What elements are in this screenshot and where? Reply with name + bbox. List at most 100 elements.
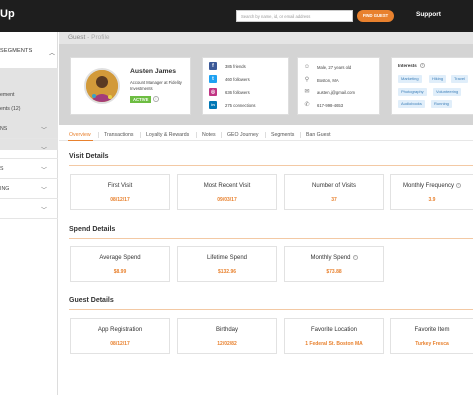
info-icon[interactable]: i: [420, 63, 426, 69]
stat-label: Number of Visits: [312, 183, 356, 189]
page-header: Guest - Profile: [59, 32, 473, 44]
avatar-image: [86, 70, 118, 102]
tab-loyalty-rewards[interactable]: Loyalty & Rewards: [146, 132, 189, 138]
section-divider: [69, 238, 473, 239]
profile-role: Account Manager at Fidelity Investments: [130, 80, 182, 91]
section-title-visit-details: Visit Details: [69, 153, 109, 160]
stat-value: 09/03/17: [217, 197, 237, 203]
contact-text[interactable]: austen.j@gmail.com: [317, 90, 355, 95]
interests-title: Interests i: [398, 63, 426, 69]
tab-divider: [221, 132, 222, 138]
brand-logo[interactable]: Up: [0, 8, 15, 20]
sidebar-header-segments[interactable]: SEGMENTS: [0, 48, 32, 54]
stat-value: 3.9: [428, 197, 436, 203]
interest-tag[interactable]: Audiobooks: [398, 100, 425, 108]
find-guest-button[interactable]: FIND GUEST: [357, 10, 394, 22]
sidebar-item-label: ING: [0, 186, 10, 192]
tab-geo-journey[interactable]: GEO Journey: [227, 132, 258, 138]
page-title: Guest - Profile: [68, 34, 110, 41]
stat-label: Birthday: [215, 327, 238, 333]
stat-card-favorite-item: Favorite Item Turkey Fresca: [390, 318, 473, 354]
section-title-guest-details: Guest Details: [69, 297, 114, 304]
info-icon[interactable]: i: [153, 96, 159, 102]
support-link[interactable]: Support: [416, 11, 441, 18]
sidebar-item-1[interactable]: NS ﹀: [0, 119, 58, 139]
interest-tag[interactable]: Running: [431, 100, 452, 108]
info-icon[interactable]: i: [456, 183, 462, 188]
sidebar-item-2[interactable]: ﹀: [0, 139, 58, 159]
stat-value: $73.88: [326, 269, 342, 275]
social-text: 460 followers: [225, 77, 250, 82]
chevron-down-icon: ﹀: [41, 188, 48, 194]
social-text: 636 followers: [225, 90, 250, 95]
tab-divider: [196, 132, 197, 138]
tab-overview[interactable]: Overview: [69, 132, 91, 138]
stat-value: 08/12/17: [110, 341, 130, 347]
section-divider: [69, 165, 473, 166]
top-bar: Up Search by name, id, or email address …: [0, 0, 473, 32]
page-title-sub: - Profile: [87, 34, 110, 41]
stat-card-lifetime-spend: Lifetime Spend $132.96: [177, 246, 277, 282]
stat-value: 37: [331, 197, 337, 203]
profile-card: Austen James Account Manager at Fidelity…: [70, 57, 191, 115]
interest-tag[interactable]: Volunteering: [433, 88, 462, 96]
stat-label: Favorite Item: [414, 327, 450, 333]
info-icon[interactable]: i: [352, 255, 358, 260]
chevron-down-icon: ﹀: [41, 208, 48, 214]
instagram-icon[interactable]: ◎: [209, 88, 217, 96]
stat-card-number-of-visits: Number of Visits 37: [284, 174, 384, 210]
main-content: Guest - Profile Austen James Account Man…: [59, 32, 473, 395]
twitter-icon[interactable]: t: [209, 75, 217, 83]
section-title-spend-details: Spend Details: [69, 226, 116, 233]
contact-text: Male, 27 years old: [317, 65, 352, 70]
tab-segments[interactable]: Segments: [271, 132, 294, 138]
interests-title-text: Interests: [398, 63, 417, 68]
stat-value: $8.99: [113, 269, 127, 275]
profile-bar: Austen James Account Manager at Fidelity…: [59, 44, 473, 125]
avatar: [84, 68, 120, 104]
stat-value: 1 Federal St. Boston MA: [305, 341, 363, 347]
sidebar-sub-item-1[interactable]: ement: [0, 92, 14, 98]
tab-notes[interactable]: Notes: [202, 132, 216, 138]
phone-icon: ✆: [304, 102, 310, 108]
stat-label: App Registration: [97, 327, 143, 333]
stat-card-monthly-spend: Monthly Spend i $73.88: [284, 246, 384, 282]
linkedin-icon[interactable]: in: [209, 101, 217, 109]
facebook-icon[interactable]: f: [209, 62, 217, 70]
interest-tag[interactable]: Marketing: [398, 75, 422, 83]
sidebar: SEGMENTS ︿ ement ents (12) NS ﹀ ﹀ S ﹀ IN…: [0, 32, 58, 395]
person-icon: ☺: [303, 64, 311, 70]
search-input[interactable]: Search by name, id, or email address: [236, 10, 353, 22]
chevron-up-icon[interactable]: ︿: [49, 48, 55, 57]
interest-tag[interactable]: Travel: [451, 75, 468, 83]
stat-card-most-recent-visit: Most Recent Visit 09/03/17: [177, 174, 277, 210]
profile-tabs: Overview Transactions Loyalty & Rewards …: [59, 129, 473, 141]
stat-label: Average Spend: [99, 255, 141, 261]
section-divider: [69, 309, 473, 310]
sidebar-sub-item-2[interactable]: ents (12): [0, 106, 20, 112]
stat-card-monthly-frequency: Monthly Frequency i 3.9: [390, 174, 473, 210]
tab-divider: [98, 132, 99, 138]
interest-tag[interactable]: Photography: [398, 88, 427, 96]
stat-label: Lifetime Spend: [206, 255, 248, 261]
page-title-main: Guest: [68, 34, 86, 41]
stat-card-app-registration: App Registration 08/12/17: [70, 318, 170, 354]
interest-tag[interactable]: Hiking: [429, 75, 447, 83]
stat-card-favorite-location: Favorite Location 1 Federal St. Boston M…: [284, 318, 384, 354]
sidebar-item-3[interactable]: S ﹀: [0, 159, 58, 179]
contact-text[interactable]: 617-998-4653: [317, 103, 343, 108]
tab-transactions[interactable]: Transactions: [104, 132, 134, 138]
social-text: 275 connections: [225, 103, 256, 108]
stat-value: 08/12/17: [110, 197, 130, 203]
stat-label-row: Monthly Spend i: [285, 255, 383, 261]
email-icon: ✉: [304, 89, 310, 95]
chevron-down-icon: ﹀: [41, 148, 48, 154]
chevron-down-icon: ﹀: [41, 128, 48, 134]
stat-value: $132.96: [217, 269, 237, 275]
sidebar-item-4[interactable]: ING ﹀: [0, 179, 58, 199]
sidebar-item-5[interactable]: ﹀: [0, 199, 58, 219]
tab-ban-guest[interactable]: Ban Guest: [306, 132, 331, 138]
tab-divider: [300, 132, 301, 138]
status-badge: ACTIVE: [130, 96, 152, 103]
stat-value: 12/02/82: [217, 341, 237, 347]
